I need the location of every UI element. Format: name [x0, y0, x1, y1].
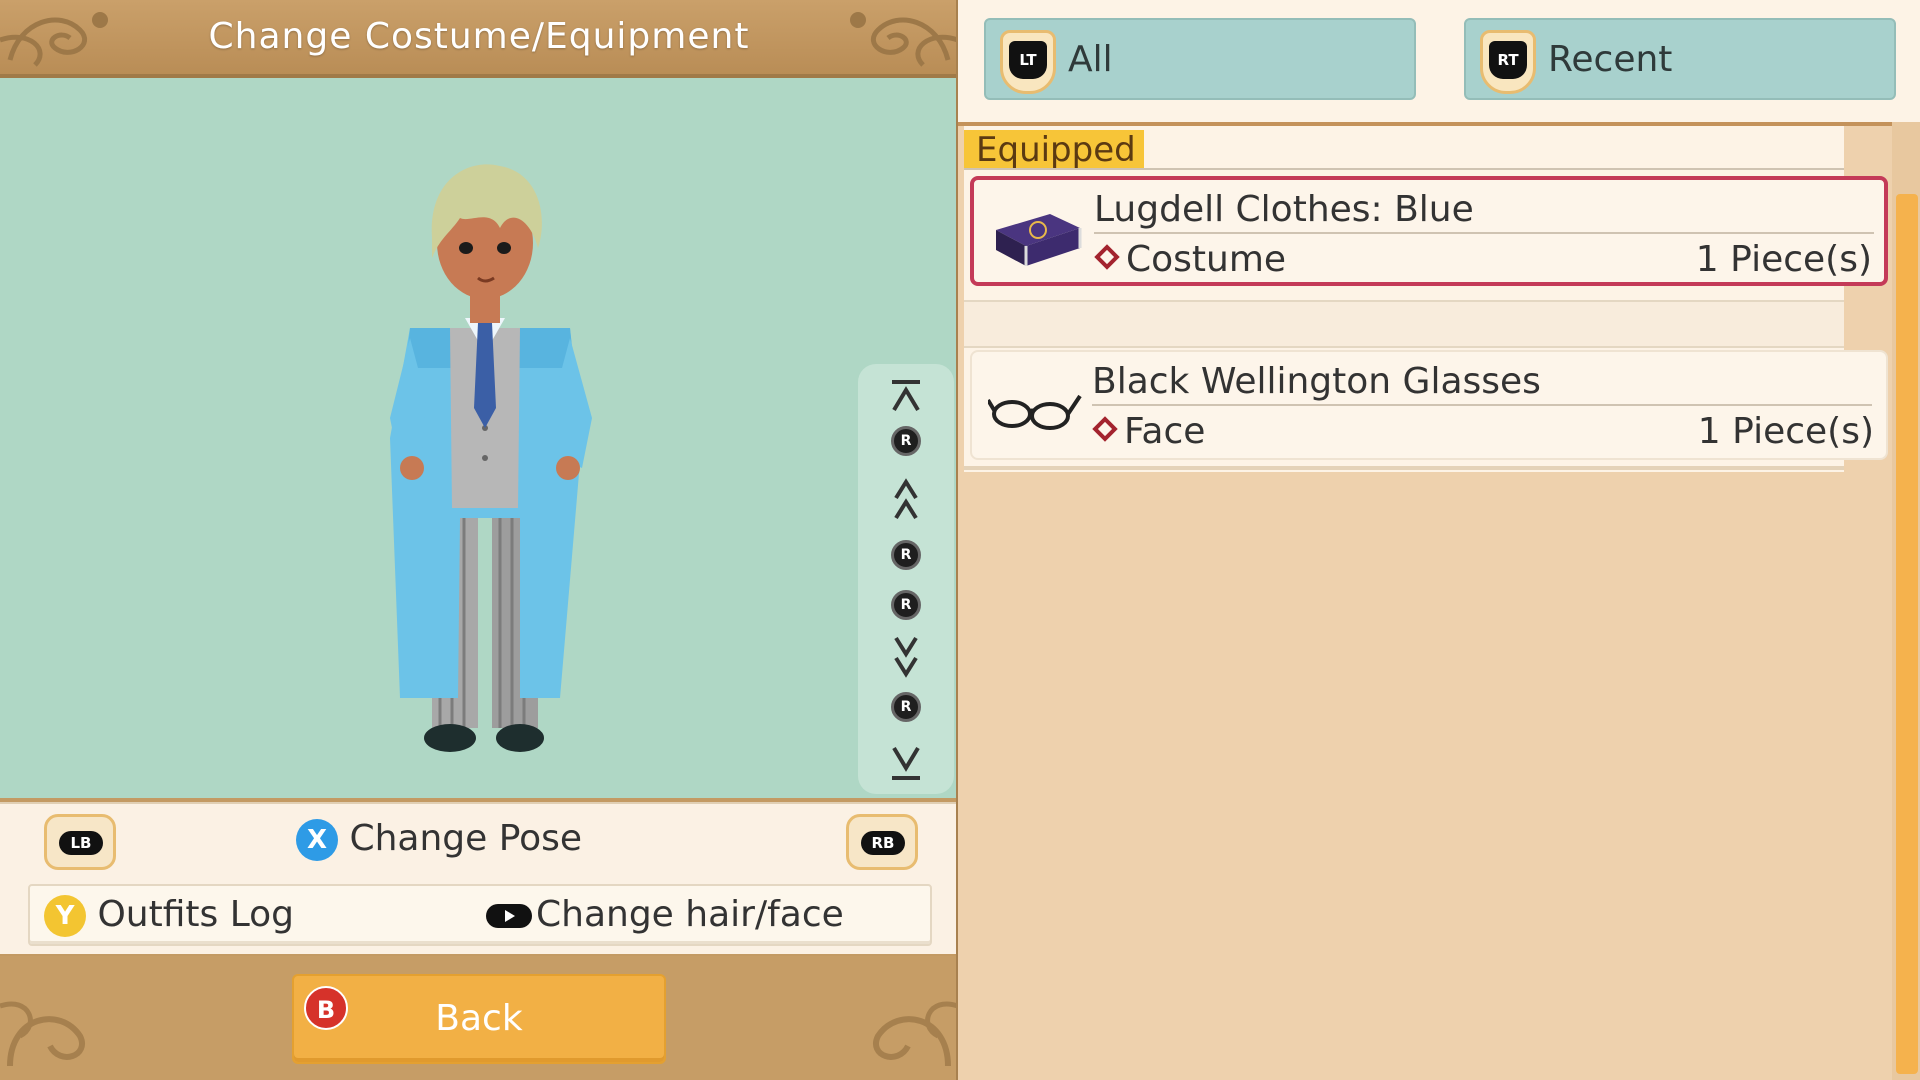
costume-chest-icon [996, 214, 1082, 266]
footer-right-ornament-icon [873, 1001, 958, 1067]
list-item[interactable]: Lugdell Clothes: Blue Costume 1 Piece(s) [970, 176, 1888, 286]
scrollbar-thumb[interactable] [1896, 194, 1918, 1074]
title-bar: Change Costume/Equipment [0, 0, 958, 78]
list-item[interactable]: Black Wellington Glasses Face 1 Piece(s) [970, 350, 1888, 460]
change-hair-face-button[interactable]: Change hair/face [486, 892, 844, 938]
outfits-log-button[interactable]: Y Outfits Log [44, 892, 294, 938]
rt-label: RT [1489, 41, 1527, 79]
item-type-label: Face [1124, 411, 1206, 452]
item-type: Face [1092, 410, 1206, 454]
diamond-icon [1094, 244, 1120, 270]
reset-bottom-icon[interactable] [858, 742, 954, 782]
tab-all[interactable]: LT All [984, 18, 1416, 100]
outfits-log-label: Outfits Log [97, 894, 295, 935]
item-quantity: 1 Piece(s) [1697, 411, 1874, 452]
tab-recent-label: Recent [1548, 39, 1673, 80]
tab-all-label: All [1068, 39, 1113, 80]
pose-control-rail: R R R R [858, 364, 954, 794]
character-viewport[interactable] [0, 78, 958, 798]
scrollbar[interactable] [1892, 122, 1920, 1080]
lb-button[interactable]: LB [44, 814, 116, 870]
item-type-label: Costume [1126, 239, 1287, 280]
y-button-icon: Y [44, 895, 86, 937]
zoom-out-icon[interactable] [858, 632, 954, 680]
change-pose-label: Change Pose [349, 818, 583, 859]
item-type: Costume [1094, 238, 1287, 282]
log-row: Y Outfits Log Change hair/face [28, 884, 932, 946]
character-preview-panel: Change Costume/Equipment R R R R LB RB X… [0, 0, 958, 1080]
page-title: Change Costume/Equipment [208, 16, 750, 57]
rb-label: RB [861, 831, 905, 855]
rt-trigger-icon: RT [1480, 30, 1536, 94]
back-label: Back [435, 998, 523, 1039]
tab-recent[interactable]: RT Recent [1464, 18, 1896, 100]
reset-top-icon[interactable] [858, 378, 954, 418]
item-divider [1092, 404, 1872, 406]
rstick-right-icon[interactable]: R [891, 590, 921, 620]
lt-label: LT [1009, 41, 1047, 79]
rstick-down-icon[interactable]: R [891, 692, 921, 722]
list-bottom-edge [964, 466, 1844, 470]
diamond-icon [1092, 416, 1118, 442]
character-model [390, 164, 592, 752]
glasses-icon [988, 394, 1082, 430]
item-name: Lugdell Clothes: Blue [1094, 189, 1474, 230]
rstick-left-icon[interactable]: R [891, 540, 921, 570]
item-name: Black Wellington Glasses [1092, 361, 1541, 402]
lb-label: LB [59, 831, 103, 855]
item-quantity: 1 Piece(s) [1695, 239, 1872, 280]
stick-icon [486, 904, 532, 928]
equipped-label: Equipped [964, 130, 1144, 170]
change-pose-button[interactable]: X Change Pose [296, 816, 582, 862]
lt-trigger-icon: LT [1000, 30, 1056, 94]
item-divider [1094, 232, 1874, 234]
footer-left-ornament-icon [0, 1001, 85, 1067]
x-button-icon: X [296, 819, 338, 861]
rb-button[interactable]: RB [846, 814, 918, 870]
change-hair-face-label: Change hair/face [536, 894, 844, 935]
zoom-in-icon[interactable] [858, 476, 954, 524]
tab-header: LT All RT Recent [958, 0, 1920, 126]
rstick-up-icon[interactable]: R [891, 426, 921, 456]
equipment-list-panel: LT All RT Recent Equipped Lugdell Clothe… [958, 0, 1920, 1080]
section-spacer [964, 300, 1844, 348]
back-button[interactable]: B Back [292, 974, 666, 1064]
